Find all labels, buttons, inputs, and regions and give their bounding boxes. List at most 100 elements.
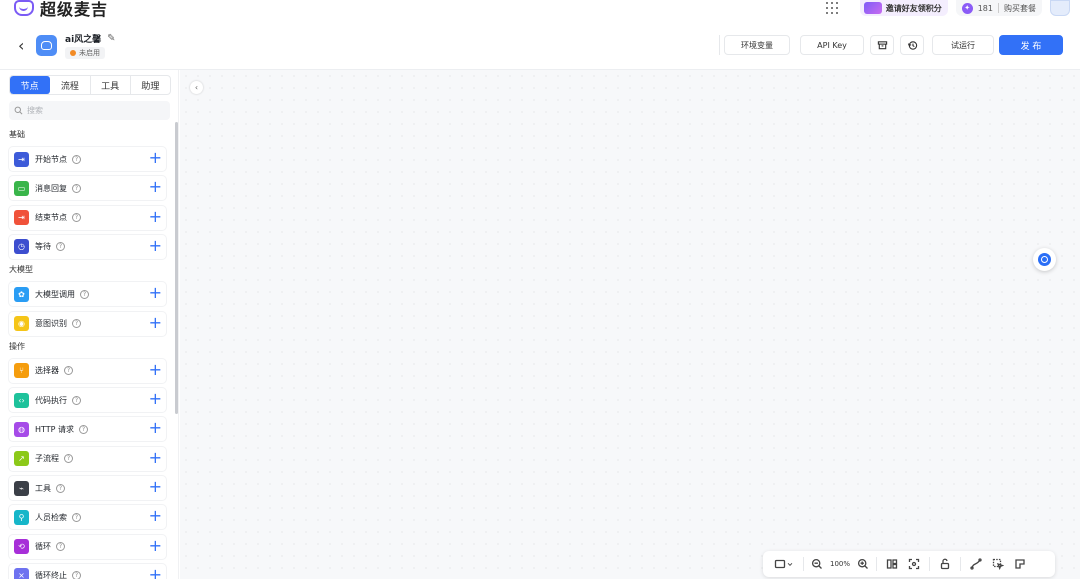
node-item[interactable]: ✿ 大模型调用? +: [9, 282, 166, 307]
end-icon: ⇥: [14, 210, 29, 226]
assistant-icon: [1038, 253, 1051, 266]
tab-0[interactable]: 节点: [10, 76, 51, 94]
help-icon[interactable]: ?: [72, 571, 81, 579]
edge-style-button[interactable]: [965, 555, 987, 573]
add-node-plus-icon[interactable]: +: [149, 449, 162, 466]
node-item[interactable]: ◉ 意图识别? +: [9, 311, 166, 336]
add-node-plus-icon[interactable]: +: [149, 391, 162, 407]
node-item[interactable]: ⚲ 人员检索? +: [9, 505, 166, 530]
flow-canvas[interactable]: [180, 70, 1080, 579]
help-icon[interactable]: ?: [56, 542, 65, 552]
note-icon: [1015, 559, 1025, 569]
tab-3[interactable]: 助理: [131, 76, 170, 94]
node-item[interactable]: ▭ 消息回复? +: [9, 176, 166, 201]
node-label: 人员检索: [35, 512, 67, 522]
help-icon[interactable]: ?: [56, 483, 65, 493]
assistant-float-button[interactable]: [1033, 248, 1056, 271]
panel-scrollbar[interactable]: [175, 122, 178, 414]
history-button[interactable]: [900, 35, 924, 55]
minimap-toggle-button[interactable]: [769, 555, 799, 573]
node-item[interactable]: ‹› 代码执行? +: [9, 388, 166, 413]
add-node-plus-icon[interactable]: +: [149, 237, 162, 254]
help-icon[interactable]: ?: [72, 183, 81, 193]
node-item[interactable]: ◍ HTTP 请求? +: [9, 417, 166, 442]
credits-divider: [998, 3, 999, 13]
node-item[interactable]: ◷ 等待? +: [9, 234, 166, 259]
canvas-toolbar: 100%: [763, 551, 1055, 577]
publish-button[interactable]: 发 布: [999, 35, 1063, 55]
add-node-plus-icon[interactable]: +: [149, 420, 162, 436]
buy-plan-link[interactable]: 购买套餐: [1004, 3, 1036, 14]
help-icon[interactable]: ?: [72, 512, 81, 522]
api-key-button[interactable]: API Key: [800, 35, 864, 55]
toolbar-divider: [929, 557, 930, 571]
add-node-plus-icon[interactable]: +: [149, 566, 162, 579]
add-node-plus-icon[interactable]: +: [149, 150, 162, 166]
select-pointer-icon: [992, 558, 1004, 570]
help-icon[interactable]: ?: [79, 424, 89, 434]
section-title: 基础: [9, 130, 25, 139]
add-node-plus-icon[interactable]: +: [149, 537, 162, 554]
help-icon[interactable]: ?: [72, 213, 81, 223]
node-label: 工具: [35, 483, 51, 493]
archive-button[interactable]: [870, 35, 894, 55]
help-icon[interactable]: ?: [72, 154, 81, 164]
code-icon: ‹›: [14, 392, 29, 408]
node-item[interactable]: ⑂ 选择器? +: [9, 358, 166, 383]
help-icon[interactable]: ?: [80, 289, 89, 299]
toolbar-divider: [960, 557, 961, 571]
edit-pencil-icon[interactable]: ✎: [107, 33, 115, 44]
chevron-down-icon: [787, 563, 793, 566]
node-item[interactable]: ⨯ 循环终止? +: [9, 563, 166, 579]
select-mode-button[interactable]: [987, 555, 1009, 573]
tool-icon: ⌁: [14, 480, 29, 496]
node-search[interactable]: [9, 101, 170, 120]
help-icon[interactable]: ?: [56, 242, 65, 252]
env-variables-button[interactable]: 环境变量: [724, 35, 790, 55]
unlock-icon: [940, 558, 950, 570]
node-label: 结束节点: [35, 213, 67, 223]
help-icon[interactable]: ?: [64, 366, 73, 376]
node-item[interactable]: ⌁ 工具? +: [9, 476, 166, 500]
note-button[interactable]: [1009, 555, 1031, 573]
apps-grid-icon[interactable]: [825, 2, 838, 14]
node-item[interactable]: ⟲ 循环? +: [9, 534, 166, 559]
fit-view-button[interactable]: [903, 555, 925, 573]
invite-friends-button[interactable]: 邀请好友领积分: [859, 0, 948, 16]
node-item[interactable]: ⇥ 开始节点? +: [9, 147, 166, 171]
tab-2[interactable]: 工具: [91, 76, 131, 94]
top-bar: 超级麦吉 邀请好友领积分 ✦ 181 购买套餐: [0, 0, 1080, 21]
layout-icon: [886, 559, 898, 569]
lock-button[interactable]: [934, 555, 956, 573]
add-node-plus-icon[interactable]: +: [149, 508, 162, 524]
back-arrow-icon[interactable]: ‹: [18, 36, 30, 55]
node-item[interactable]: ↗ 子流程? +: [9, 446, 166, 471]
add-node-plus-icon[interactable]: +: [149, 361, 162, 378]
zoom-out-button[interactable]: [808, 555, 826, 573]
node-item[interactable]: ⇥ 结束节点? +: [9, 205, 166, 230]
add-node-plus-icon[interactable]: +: [149, 179, 162, 195]
zoom-level: 100%: [829, 560, 850, 568]
tab-1[interactable]: 流程: [50, 76, 91, 94]
model-icon: ✿: [14, 286, 29, 302]
zoom-in-icon: [857, 558, 868, 569]
add-node-plus-icon[interactable]: +: [149, 479, 162, 495]
add-node-plus-icon[interactable]: +: [149, 208, 162, 225]
help-icon[interactable]: ?: [72, 319, 81, 328]
test-run-button[interactable]: 试运行: [932, 35, 994, 55]
credits-widget[interactable]: ✦ 181 购买套餐: [955, 0, 1042, 16]
collapse-panel-button[interactable]: ‹: [190, 81, 203, 94]
auto-layout-button[interactable]: [881, 555, 903, 573]
avatar[interactable]: [1050, 0, 1070, 16]
invite-label: 邀请好友领积分: [885, 3, 942, 13]
help-icon[interactable]: ?: [64, 454, 73, 464]
search-input[interactable]: [27, 106, 147, 115]
logo[interactable]: 超级麦吉: [14, 0, 108, 20]
node-label: 循环: [35, 542, 51, 552]
add-node-plus-icon[interactable]: +: [149, 285, 162, 301]
zoom-in-button[interactable]: [854, 555, 872, 573]
help-icon[interactable]: ?: [72, 395, 81, 405]
zoom-out-icon: [811, 558, 822, 569]
add-node-plus-icon[interactable]: +: [149, 314, 162, 331]
credits-star-icon: ✦: [961, 2, 973, 14]
